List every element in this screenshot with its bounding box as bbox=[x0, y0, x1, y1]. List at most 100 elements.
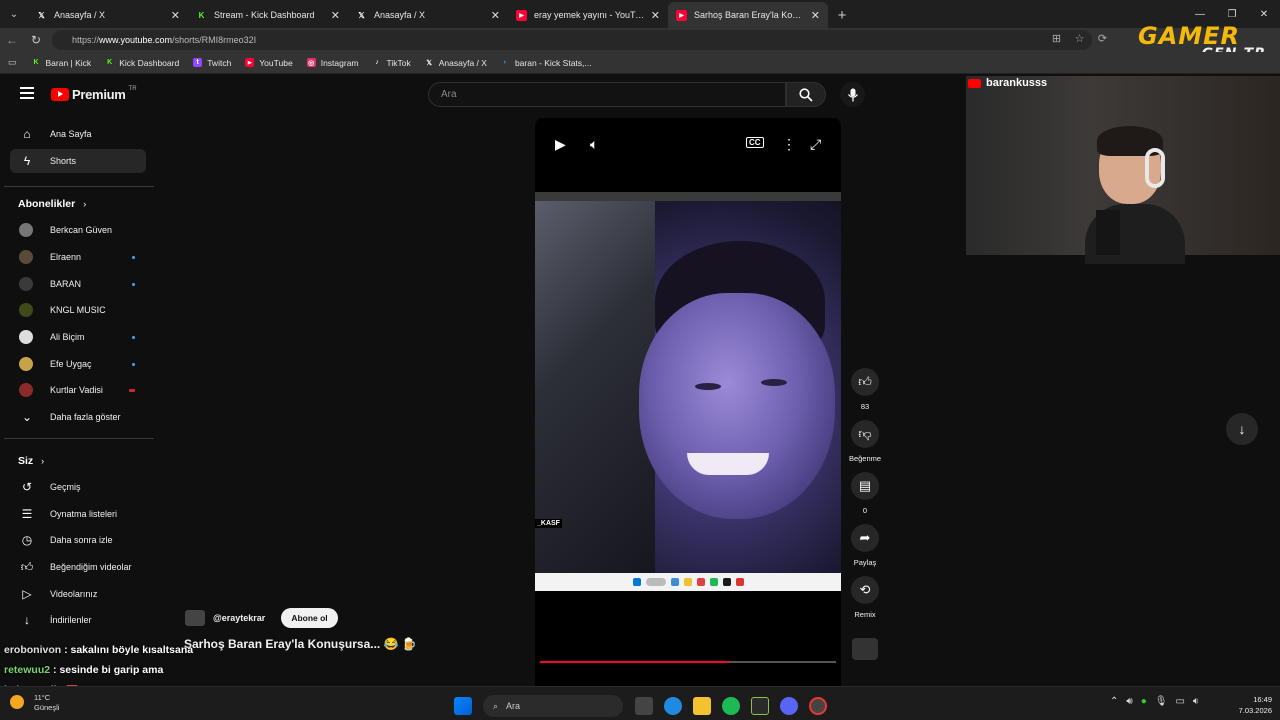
progress-bar[interactable] bbox=[540, 661, 836, 663]
extensions-icon[interactable]: ⟳ bbox=[1094, 32, 1111, 45]
url-scheme: https:// bbox=[72, 35, 100, 45]
chrome-icon[interactable] bbox=[809, 697, 827, 715]
status-dot-icon[interactable]: ● bbox=[1141, 696, 1147, 707]
subscription-item[interactable]: Elraenn bbox=[10, 245, 146, 269]
fullscreen-icon[interactable]: ⤢ bbox=[810, 136, 821, 153]
you-item-liked[interactable]: 👍︎ Beğendiğim videolar bbox=[10, 555, 146, 579]
voice-search-button[interactable] bbox=[840, 82, 865, 107]
dislike-button[interactable]: 👎︎ Beğenme bbox=[849, 420, 881, 463]
new-content-dot bbox=[132, 282, 135, 286]
kick-icon: K bbox=[198, 10, 205, 20]
you-item-downloads[interactable]: ↓ İndirilenler bbox=[10, 608, 146, 632]
close-tab-icon[interactable]: ✕ bbox=[811, 9, 820, 22]
play-icon[interactable]: ▶ bbox=[555, 136, 566, 153]
subscriptions-heading[interactable]: Abonelikler › bbox=[18, 198, 86, 210]
chevron-right-icon: › bbox=[83, 199, 87, 209]
short-channel-row: @eraytekrar Abone ol bbox=[185, 608, 338, 628]
subscription-item[interactable]: KNGL MUSIC bbox=[10, 298, 146, 322]
remix-button[interactable]: ⟲ Remix bbox=[849, 576, 881, 619]
app-icon bbox=[696, 578, 705, 586]
subscription-item[interactable]: Efe Uygaç bbox=[10, 352, 146, 376]
bookmark-item[interactable]: ◎ Instagram bbox=[302, 54, 364, 72]
bookmark-item[interactable]: t Twitch bbox=[188, 54, 236, 72]
windows-start-icon[interactable] bbox=[454, 697, 472, 715]
edge-icon[interactable] bbox=[664, 697, 682, 715]
browser-tab-active[interactable]: ▶ Sarhoş Baran Eray'la Konuşursa... ✕ bbox=[668, 2, 828, 28]
avatar bbox=[19, 223, 33, 237]
taskbar-search[interactable]: ⌕ Ara bbox=[483, 695, 623, 717]
show-more-button[interactable]: ⌄ Daha fazla göster bbox=[10, 405, 146, 429]
bookmark-item[interactable]: K Kick Dashboard bbox=[100, 54, 184, 72]
weather-widget[interactable]: 11°C Güneşli bbox=[10, 693, 59, 713]
bookmark-item[interactable]: ♪ TikTok bbox=[368, 54, 416, 72]
watch-later-icon: ◷ bbox=[21, 533, 33, 547]
you-item-playlists[interactable]: ☰ Oynatma listeleri bbox=[10, 502, 146, 526]
menu-icon[interactable] bbox=[20, 87, 34, 99]
tab-title: eray yemek yayını - YouTube bbox=[534, 10, 645, 20]
shorts-player[interactable]: ▶ 🔈︎ CC ⋮ ⤢ _KASF bbox=[535, 118, 841, 686]
search-input[interactable]: Ara bbox=[428, 82, 786, 107]
you-item-history[interactable]: ↺ Geçmiş bbox=[10, 475, 146, 499]
chevron-up-icon[interactable]: ⌃ bbox=[1110, 696, 1118, 707]
reading-list-icon[interactable]: ▭ bbox=[8, 57, 17, 68]
close-tab-icon[interactable]: ✕ bbox=[491, 9, 500, 22]
star-icon[interactable]: ☆ bbox=[1071, 32, 1088, 45]
bookmark-item[interactable]: K Baran | Kick bbox=[27, 54, 97, 72]
nav-item-home[interactable]: ⌂ Ana Sayfa bbox=[10, 122, 146, 146]
comment-button[interactable]: ▤ 0 bbox=[849, 472, 881, 515]
subscription-label: Berkcan Güven bbox=[50, 225, 113, 235]
kick-app-icon[interactable] bbox=[751, 697, 769, 715]
subscription-item[interactable]: BARAN bbox=[10, 272, 146, 296]
subscription-item[interactable]: Kurtlar Vadisi bbox=[10, 378, 146, 402]
youtube-premium-logo[interactable]: Premium TR bbox=[51, 86, 137, 102]
subscription-item[interactable]: Berkcan Güven bbox=[10, 218, 146, 242]
close-tab-icon[interactable]: ✕ bbox=[171, 9, 180, 22]
app-icon[interactable]: ⊞ bbox=[1048, 32, 1065, 45]
subscription-label: Efe Uygaç bbox=[50, 359, 92, 369]
back-icon[interactable]: ← bbox=[0, 28, 24, 52]
nav-label: Shorts bbox=[50, 156, 77, 166]
taskbar-clock[interactable]: 16:49 7.03.2026 bbox=[1230, 694, 1272, 716]
tab-list-chevron-icon[interactable]: ⌄ bbox=[0, 0, 28, 28]
more-options-icon[interactable]: ⋮ bbox=[782, 136, 796, 153]
subscribe-button[interactable]: Abone ol bbox=[281, 608, 338, 628]
reload-icon[interactable]: ↻ bbox=[24, 28, 48, 52]
x-icon: 𝕏 bbox=[426, 59, 433, 67]
you-heading[interactable]: Siz › bbox=[18, 455, 44, 467]
browser-tab[interactable]: ▶ eray yemek yayını - YouTube ✕ bbox=[508, 2, 668, 28]
new-tab-button[interactable]: + bbox=[828, 2, 856, 28]
nav-item-shorts[interactable]: ϟ Shorts bbox=[10, 149, 146, 173]
bookmark-item[interactable]: ◐ baran - Kick Stats,... bbox=[496, 54, 597, 72]
windows-taskbar: 11°C Güneşli ⌕ Ara ⌃ 🔊︎ ● 🎙︎ ▭ 🔉︎ 16:49 … bbox=[0, 686, 1280, 720]
captions-icon[interactable]: CC bbox=[746, 137, 764, 148]
microphone-icon[interactable]: 🎙︎ bbox=[1155, 696, 1168, 707]
close-tab-icon[interactable]: ✕ bbox=[331, 9, 340, 22]
volume-icon[interactable]: 🔉︎ bbox=[1193, 696, 1199, 707]
display-icon[interactable]: ▭ bbox=[1175, 696, 1184, 707]
speaker-icon[interactable]: 🔊︎ bbox=[1126, 696, 1132, 707]
next-short-button[interactable]: ↓ bbox=[1226, 413, 1258, 445]
bookmark-item[interactable]: ▶ YouTube bbox=[240, 54, 297, 72]
share-button[interactable]: ➦ Paylaş bbox=[849, 524, 881, 567]
file-explorer-icon[interactable] bbox=[693, 697, 711, 715]
discord-icon[interactable] bbox=[780, 697, 798, 715]
url-field[interactable]: https://www.youtube.com/shorts/RMI8rmeo3… bbox=[52, 30, 1092, 50]
like-button[interactable]: 👍︎ 83 bbox=[849, 368, 881, 411]
bookmark-item[interactable]: 𝕏 Anasayfa / X bbox=[420, 54, 492, 72]
task-view-icon[interactable] bbox=[635, 697, 653, 715]
you-item-your-videos[interactable]: ▷ Videolarınız bbox=[10, 582, 146, 606]
close-tab-icon[interactable]: ✕ bbox=[651, 9, 660, 22]
search-button[interactable] bbox=[786, 82, 826, 107]
sound-thumbnail[interactable] bbox=[849, 638, 881, 660]
spotify-icon[interactable] bbox=[722, 697, 740, 715]
browser-tab[interactable]: 𝕏 Anasayfa / X ✕ bbox=[28, 2, 188, 28]
volume-icon[interactable]: 🔈︎ bbox=[590, 136, 598, 153]
channel-avatar[interactable] bbox=[185, 610, 205, 626]
you-item-watch-later[interactable]: ◷ Daha sonra izle bbox=[10, 528, 146, 552]
youtube-icon: ▶ bbox=[245, 58, 255, 67]
subscription-item[interactable]: Ali Biçim bbox=[10, 325, 146, 349]
headset-shape bbox=[1145, 148, 1165, 188]
browser-tab[interactable]: K Stream - Kick Dashboard ✕ bbox=[188, 2, 348, 28]
browser-tab[interactable]: 𝕏 Anasayfa / X ✕ bbox=[348, 2, 508, 28]
channel-name[interactable]: @eraytekrar bbox=[213, 613, 265, 623]
